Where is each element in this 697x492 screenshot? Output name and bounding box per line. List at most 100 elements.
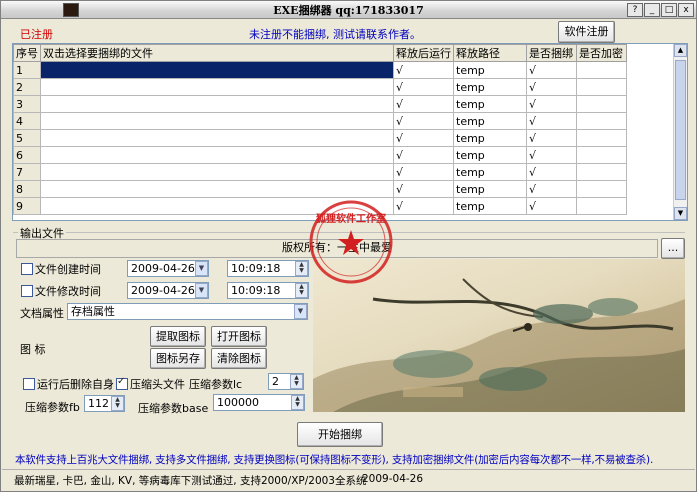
- encrypt-cell[interactable]: [576, 95, 627, 113]
- maximize-button[interactable]: □: [661, 3, 677, 17]
- encrypt-cell[interactable]: [576, 61, 627, 79]
- row-number: 1: [13, 61, 41, 79]
- run-after-cell[interactable]: √: [393, 197, 454, 215]
- run-after-cell[interactable]: √: [393, 112, 454, 130]
- clear-icon-button[interactable]: 清除图标: [211, 348, 267, 369]
- encrypt-cell[interactable]: [576, 129, 627, 147]
- table-row[interactable]: 3 √ temp √: [13, 95, 627, 113]
- register-button[interactable]: 软件注册: [558, 21, 615, 43]
- modify-time-checkbox[interactable]: [21, 285, 33, 297]
- bind-cell[interactable]: √: [526, 129, 577, 147]
- row-number: 7: [13, 163, 41, 181]
- path-cell[interactable]: temp: [453, 146, 527, 164]
- table-row[interactable]: 4 √ temp √: [13, 112, 627, 130]
- file-cell[interactable]: [40, 129, 394, 147]
- bind-cell[interactable]: √: [526, 146, 577, 164]
- path-cell[interactable]: temp: [453, 78, 527, 96]
- path-cell[interactable]: temp: [453, 112, 527, 130]
- scroll-thumb[interactable]: [675, 60, 686, 200]
- help-button[interactable]: ?: [627, 3, 643, 17]
- run-after-cell[interactable]: √: [393, 180, 454, 198]
- column-header-path[interactable]: 释放路径: [453, 44, 527, 62]
- feature-info-text: 本软件支持上百兆大文件捆绑, 支持多文件捆绑, 支持更换图标(可保持图标不变形)…: [15, 454, 654, 466]
- spinner-icon[interactable]: ▲ ▼: [291, 395, 304, 410]
- title-bar[interactable]: EXE捆绑器 qq:171833017 ? _ □ x: [1, 1, 696, 19]
- run-after-cell[interactable]: √: [393, 146, 454, 164]
- run-after-cell[interactable]: √: [393, 95, 454, 113]
- run-after-cell[interactable]: √: [393, 78, 454, 96]
- grid-vertical-scrollbar[interactable]: ▲ ▼: [673, 44, 687, 220]
- path-cell[interactable]: temp: [453, 180, 527, 198]
- base-label: 压缩参数base: [138, 402, 209, 415]
- path-cell[interactable]: temp: [453, 129, 527, 147]
- file-cell[interactable]: [40, 95, 394, 113]
- column-header-bind[interactable]: 是否捆绑: [526, 44, 577, 62]
- path-cell[interactable]: temp: [453, 95, 527, 113]
- path-cell[interactable]: temp: [453, 163, 527, 181]
- encrypt-cell[interactable]: [576, 197, 627, 215]
- column-header-index[interactable]: 序号: [13, 44, 41, 62]
- file-attr-select[interactable]: 存档属性: [67, 303, 308, 320]
- stamp-text: 狐狸软件工作室: [316, 212, 386, 225]
- icon-section-label: 图 标: [20, 343, 46, 356]
- file-cell[interactable]: [40, 61, 394, 79]
- file-cell[interactable]: [40, 180, 394, 198]
- run-after-cell[interactable]: √: [393, 129, 454, 147]
- save-icon-as-button[interactable]: 图标另存: [150, 348, 206, 369]
- encrypt-cell[interactable]: [576, 78, 627, 96]
- row-number: 4: [13, 112, 41, 130]
- chevron-down-icon[interactable]: ▼: [294, 304, 307, 319]
- encrypt-cell[interactable]: [576, 112, 627, 130]
- column-header-file[interactable]: 双击选择要捆绑的文件: [40, 44, 394, 62]
- row-number: 5: [13, 129, 41, 147]
- file-cell[interactable]: [40, 146, 394, 164]
- table-row[interactable]: 5 √ temp √: [13, 129, 627, 147]
- spinner-icon[interactable]: ▲ ▼: [295, 283, 308, 298]
- file-cell[interactable]: [40, 163, 394, 181]
- row-number: 9: [13, 197, 41, 215]
- registration-status: 已注册: [20, 28, 53, 41]
- table-row[interactable]: 7 √ temp √: [13, 163, 627, 181]
- path-cell[interactable]: temp: [453, 61, 527, 79]
- close-button[interactable]: x: [678, 3, 694, 17]
- open-icon-button[interactable]: 打开图标: [211, 326, 267, 347]
- table-row[interactable]: 6 √ temp √: [13, 146, 627, 164]
- window-title: EXE捆绑器 qq:171833017: [273, 4, 424, 17]
- compress-head-checkbox[interactable]: [116, 376, 128, 390]
- table-row[interactable]: 2 √ temp √: [13, 78, 627, 96]
- file-cell[interactable]: [40, 112, 394, 130]
- run-after-cell[interactable]: √: [393, 61, 454, 79]
- bind-cell[interactable]: √: [526, 95, 577, 113]
- spinner-icon[interactable]: ▲ ▼: [295, 261, 308, 276]
- encrypt-cell[interactable]: [576, 163, 627, 181]
- path-cell[interactable]: temp: [453, 197, 527, 215]
- bind-cell[interactable]: √: [526, 180, 577, 198]
- run-after-cell[interactable]: √: [393, 163, 454, 181]
- bind-cell[interactable]: √: [526, 197, 577, 215]
- extract-icon-button[interactable]: 提取图标: [150, 326, 206, 347]
- create-time-label: 文件创建时间: [35, 263, 101, 276]
- table-row[interactable]: 8 √ temp √: [13, 180, 627, 198]
- spinner-icon[interactable]: ▲ ▼: [290, 374, 303, 389]
- encrypt-cell[interactable]: [576, 180, 627, 198]
- minimize-button[interactable]: _: [644, 3, 660, 17]
- bind-cell[interactable]: √: [526, 163, 577, 181]
- delete-self-checkbox[interactable]: [23, 378, 35, 390]
- column-header-run-after[interactable]: 释放后运行: [393, 44, 454, 62]
- start-bind-button[interactable]: 开始捆绑: [297, 422, 383, 447]
- create-time-checkbox[interactable]: [21, 263, 33, 275]
- bind-cell[interactable]: √: [526, 112, 577, 130]
- bind-cell[interactable]: √: [526, 61, 577, 79]
- column-header-encrypt[interactable]: 是否加密: [576, 44, 627, 62]
- encrypt-cell[interactable]: [576, 146, 627, 164]
- chevron-down-icon[interactable]: ▼: [195, 283, 208, 298]
- bind-cell[interactable]: √: [526, 78, 577, 96]
- file-grid[interactable]: 序号 双击选择要捆绑的文件 释放后运行 释放路径 是否捆绑 是否加密 1 √ t…: [12, 43, 688, 221]
- spinner-icon[interactable]: ▲ ▼: [111, 396, 124, 411]
- scroll-up-arrow-icon[interactable]: ▲: [674, 44, 687, 57]
- scroll-down-arrow-icon[interactable]: ▼: [674, 207, 687, 220]
- file-cell[interactable]: [40, 78, 394, 96]
- browse-button[interactable]: ...: [661, 238, 685, 259]
- table-row[interactable]: 1 √ temp √: [13, 61, 627, 79]
- chevron-down-icon[interactable]: ▼: [195, 261, 208, 276]
